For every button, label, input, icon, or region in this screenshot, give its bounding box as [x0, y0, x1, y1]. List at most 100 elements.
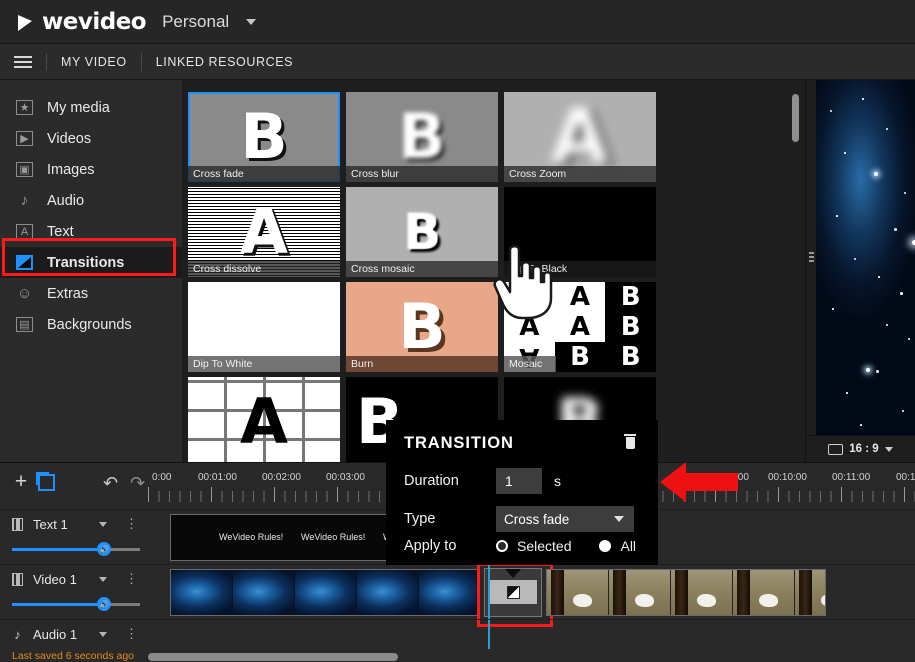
transition-tile-burn[interactable]: B Burn	[346, 282, 498, 372]
sidebar-item-audio[interactable]: ♪ Audio	[0, 185, 182, 216]
more-options-icon[interactable]: ⋮	[125, 520, 138, 528]
chevron-down-icon[interactable]	[99, 632, 107, 637]
tile-label: Cross mosaic	[346, 261, 498, 277]
transition-icon	[507, 586, 520, 599]
ruler-tick: 00:09:00	[710, 472, 749, 483]
tile-label: Dip To White	[188, 356, 340, 372]
duration-input[interactable]	[496, 468, 542, 494]
duration-label: Duration	[404, 473, 496, 489]
type-row: Type Cross fadeCross blurCross ZoomCross…	[404, 506, 634, 532]
transition-tile-cross-zoom[interactable]: A Cross Zoom	[504, 92, 656, 182]
preview-glyph: A	[188, 377, 340, 462]
undo-icon[interactable]: ↶	[103, 473, 118, 494]
video-clip-forest[interactable]	[546, 569, 826, 616]
radio-selected[interactable]	[496, 540, 508, 552]
video-preview[interactable]	[816, 80, 915, 435]
ruler-tick: 00:01:00	[198, 472, 237, 483]
redo-icon[interactable]: ↷	[130, 473, 145, 494]
duplicate-icon[interactable]	[38, 474, 55, 491]
transition-tile-dip-to-black[interactable]: Dip To Black	[504, 187, 656, 277]
add-icon[interactable]: +	[12, 473, 30, 491]
aspect-ratio-value: 16 : 9	[849, 443, 878, 455]
track-header: Video 1 ⋮ 🔊	[0, 565, 148, 619]
image-icon: ▣	[16, 162, 33, 177]
transition-settings-popup: TRANSITION Duration s Type Cross fadeCro…	[386, 420, 658, 565]
tile-label: Cross Zoom	[504, 166, 656, 182]
sidebar-item-videos[interactable]: ▶ Videos	[0, 123, 182, 154]
slider-knob[interactable]: 🔊	[97, 597, 111, 611]
sidebar-item-label: Text	[47, 224, 74, 240]
transition-tile-dip-to-white[interactable]: Dip To White	[188, 282, 340, 372]
transition-tile-cross-dissolve[interactable]: A Cross dissolve	[188, 187, 340, 277]
top-bar: wevideo Personal	[0, 0, 915, 44]
more-options-icon[interactable]: ⋮	[125, 575, 138, 583]
track-name: Audio 1	[33, 627, 89, 642]
duration-row: Duration s	[404, 468, 561, 494]
trash-icon[interactable]	[624, 434, 636, 449]
divider	[46, 53, 47, 71]
chevron-down-icon[interactable]	[246, 19, 256, 25]
apply-to-label: Apply to	[404, 538, 496, 554]
panel-resize-handle[interactable]	[809, 252, 814, 262]
volume-slider-video-1[interactable]: 🔊	[12, 597, 140, 611]
transition-box[interactable]	[489, 580, 537, 604]
hamburger-menu-icon[interactable]	[14, 56, 32, 68]
clip-text: WeVideo Rules!	[219, 532, 283, 542]
menu-bar: MY VIDEO LINKED RESOURCES	[0, 44, 915, 80]
radio-all[interactable]	[599, 540, 611, 552]
transition-tile-mosaic[interactable]: A A B A A B A B B Mosaic	[504, 282, 656, 372]
frame-icon	[828, 444, 843, 455]
transition-tile-row4-a[interactable]: A	[188, 377, 340, 462]
tile-label: Cross fade	[188, 166, 340, 182]
transition-tile-cross-mosaic[interactable]: B Cross mosaic	[346, 187, 498, 277]
sidebar-item-text[interactable]: A Text	[0, 216, 182, 247]
radio-selected-label: Selected	[517, 538, 571, 554]
tile-label: Cross dissolve	[188, 261, 340, 277]
transition-icon	[16, 255, 33, 270]
slider-knob[interactable]: 🔊	[97, 542, 111, 556]
sidebar-item-my-media[interactable]: ★ My media	[0, 92, 182, 123]
sidebar-item-transitions[interactable]: Transitions	[0, 247, 182, 278]
volume-slider-text-1[interactable]: 🔊	[12, 542, 140, 556]
track-name: Text 1	[33, 517, 89, 532]
music-note-icon: ♪	[12, 627, 23, 642]
chevron-down-icon[interactable]	[99, 522, 107, 527]
track-audio-1: ♪ Audio 1 ⋮	[0, 619, 915, 657]
sidebar-item-extras[interactable]: ☺ Extras	[0, 278, 182, 309]
scrollbar-thumb[interactable]	[792, 94, 799, 142]
sidebar-item-backgrounds[interactable]: ▤ Backgrounds	[0, 309, 182, 340]
sidebar: ★ My media ▶ Videos ▣ Images ♪ Audio A T…	[0, 80, 182, 462]
transition-tile-cross-blur[interactable]: B Cross blur	[346, 92, 498, 182]
text-a-icon: A	[16, 224, 33, 239]
sidebar-item-label: Images	[47, 162, 95, 178]
sidebar-item-images[interactable]: ▣ Images	[0, 154, 182, 185]
transition-tile-cross-fade[interactable]: B Cross fade	[188, 92, 340, 182]
tile-label: Burn	[346, 356, 498, 372]
timeline-horizontal-scrollbar[interactable]	[148, 653, 398, 661]
save-status: Last saved 6 seconds ago	[12, 650, 134, 662]
transition-marker[interactable]	[484, 568, 542, 617]
transition-type-select[interactable]: Cross fadeCross blurCross ZoomCross diss…	[496, 506, 634, 532]
smiley-icon: ☺	[16, 286, 33, 301]
type-label: Type	[404, 511, 496, 527]
chevron-down-icon[interactable]	[885, 447, 893, 452]
transitions-scrollbar[interactable]	[792, 94, 799, 424]
film-icon	[12, 573, 23, 586]
tab-linked-resources[interactable]: LINKED RESOURCES	[156, 55, 293, 69]
film-icon	[12, 518, 23, 531]
clip-text: WeVideo Rules!	[301, 532, 365, 542]
brand-name: wevideo	[42, 9, 146, 35]
media-star-icon: ★	[16, 100, 33, 115]
ruler-tick: 0:00	[152, 472, 171, 483]
tab-my-video[interactable]: MY VIDEO	[61, 55, 127, 69]
wevideo-editor: wevideo Personal MY VIDEO LINKED RESOURC…	[0, 0, 915, 662]
tile-label: Dip To Black	[504, 261, 656, 277]
transitions-panel: B Cross fade B Cross blur A Cross Zoom A…	[182, 80, 805, 462]
video-clip-space[interactable]	[170, 569, 480, 616]
sidebar-item-label: My media	[47, 100, 110, 116]
main-area: ★ My media ▶ Videos ▣ Images ♪ Audio A T…	[0, 80, 915, 462]
aspect-ratio-selector[interactable]: 16 : 9	[806, 435, 915, 462]
chevron-down-icon[interactable]	[99, 577, 107, 582]
more-options-icon[interactable]: ⋮	[125, 630, 138, 638]
track-name: Video 1	[33, 572, 89, 587]
